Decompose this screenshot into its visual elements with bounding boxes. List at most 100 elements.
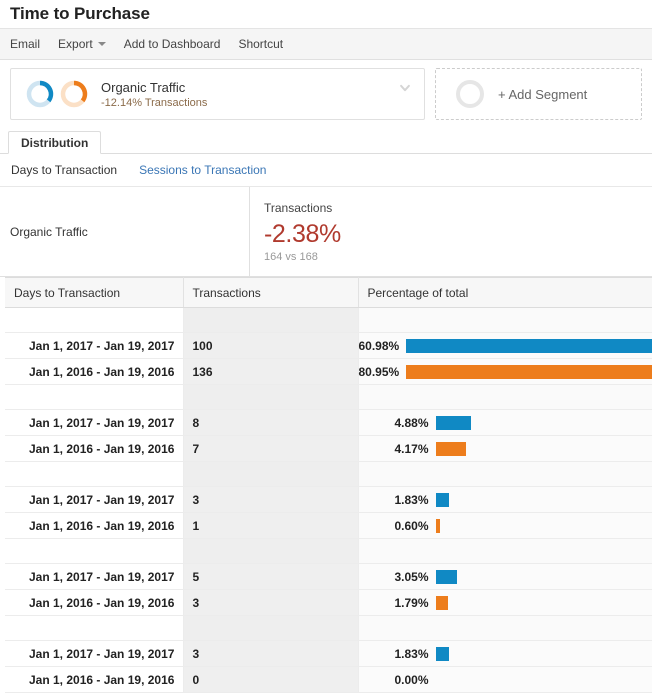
summary-panel: Organic Traffic Transactions -2.38% 164 … [0, 187, 652, 277]
table-row[interactable]: Jan 1, 2017 - Jan 19, 201731.83% [5, 487, 652, 513]
percentage-cell: 4.17% [358, 436, 652, 462]
transactions-cell: 7 [183, 436, 358, 462]
subtab-sessions-to-transaction[interactable]: Sessions to Transaction [139, 163, 266, 177]
group-transactions-cell [183, 462, 358, 487]
transactions-cell: 3 [183, 590, 358, 616]
column-header-transactions[interactable]: Transactions [183, 278, 358, 308]
group-percent-cell [358, 385, 652, 410]
toolbar-item-label: Shortcut [238, 37, 283, 51]
toolbar-item-label: Add to Dashboard [124, 37, 221, 51]
percentage-label: 3.05% [359, 570, 433, 584]
percentage-label: 1.83% [359, 493, 433, 507]
table-row[interactable]: Jan 1, 2016 - Jan 19, 201610.60% [5, 513, 652, 539]
date-range-cell: Jan 1, 2016 - Jan 19, 2016 [5, 359, 183, 385]
percentage-label: 0.60% [359, 519, 433, 533]
table-row[interactable]: Jan 1, 2017 - Jan 19, 201753.05% [5, 564, 652, 590]
empty-donut-icon [456, 80, 484, 108]
percentage-bar [436, 596, 449, 610]
percentage-cell: 80.95% [358, 359, 652, 385]
percentage-label: 80.95% [359, 365, 404, 379]
percentage-label: 1.79% [359, 596, 433, 610]
data-table-wrap: Days to Transaction Transactions Percent… [0, 277, 652, 693]
transactions-cell: 100 [183, 333, 358, 359]
percentage-cell: 1.79% [358, 590, 652, 616]
percentage-bar [436, 647, 449, 661]
chevron-down-icon[interactable] [398, 81, 412, 95]
table-row[interactable]: Jan 1, 2017 - Jan 19, 201731.83% [5, 641, 652, 667]
group-transactions-cell [183, 616, 358, 641]
percentage-cell-inner: 1.83% [359, 641, 652, 666]
percentage-label: 0.00% [359, 673, 433, 687]
group-percent-cell [358, 308, 652, 333]
date-range-cell: Jan 1, 2017 - Jan 19, 2017 [5, 641, 183, 667]
date-range-cell: Jan 1, 2016 - Jan 19, 2016 [5, 436, 183, 462]
column-header-percentage-of-total[interactable]: Percentage of total [358, 278, 652, 308]
group-percent-cell [358, 539, 652, 564]
date-range-cell: Jan 1, 2016 - Jan 19, 2016 [5, 513, 183, 539]
date-range-cell: Jan 1, 2016 - Jan 19, 2016 [5, 667, 183, 693]
add-segment-button[interactable]: + Add Segment [435, 68, 642, 120]
distribution-table: Days to Transaction Transactions Percent… [5, 277, 652, 693]
toolbar-item-label: Email [10, 37, 40, 51]
segment-name: Organic Traffic [101, 80, 207, 95]
transactions-cell: 0 [183, 667, 358, 693]
table-row[interactable]: Jan 1, 2017 - Jan 19, 201784.88% [5, 410, 652, 436]
toolbar-item-add-to-dashboard[interactable]: Add to Dashboard [124, 37, 221, 51]
percentage-cell-inner: 80.95% [359, 359, 652, 384]
segment-row: Organic Traffic -12.14% Transactions + A… [0, 60, 652, 129]
transactions-cell: 136 [183, 359, 358, 385]
group-key [5, 308, 183, 333]
percentage-label: 4.88% [359, 416, 433, 430]
table-row[interactable]: Jan 1, 2016 - Jan 19, 201631.79% [5, 590, 652, 616]
table-group-row [5, 539, 652, 564]
percentage-cell: 1.83% [358, 641, 652, 667]
percentage-bar [406, 365, 652, 379]
donut-chart-current-icon [25, 79, 55, 109]
segment-subtext: -12.14% Transactions [101, 97, 207, 109]
table-row[interactable]: Jan 1, 2016 - Jan 19, 201674.17% [5, 436, 652, 462]
group-percent-cell [358, 462, 652, 487]
toolbar-item-shortcut[interactable]: Shortcut [238, 37, 283, 51]
percentage-cell: 0.60% [358, 513, 652, 539]
percentage-bar [436, 570, 458, 584]
summary-segment-label: Organic Traffic [10, 187, 249, 276]
percentage-cell: 0.00% [358, 667, 652, 693]
table-body: Jan 1, 2017 - Jan 19, 201710060.98%Jan 1… [5, 308, 652, 693]
subtab-bar: Days to Transaction Sessions to Transact… [0, 154, 652, 187]
column-header-days-to-transaction[interactable]: Days to Transaction [5, 278, 183, 308]
table-row[interactable]: Jan 1, 2016 - Jan 19, 201600.00% [5, 667, 652, 693]
table-group-row [5, 308, 652, 333]
percentage-cell-inner: 4.88% [359, 410, 652, 435]
subtab-days-to-transaction[interactable]: Days to Transaction [11, 163, 117, 177]
applied-segment-card[interactable]: Organic Traffic -12.14% Transactions [10, 68, 425, 120]
table-group-row [5, 462, 652, 487]
group-key [5, 462, 183, 487]
transactions-cell: 5 [183, 564, 358, 590]
group-transactions-cell [183, 539, 358, 564]
add-segment-label: + Add Segment [498, 87, 587, 102]
chevron-down-icon [98, 42, 106, 46]
toolbar-item-email[interactable]: Email [10, 37, 40, 51]
tab-distribution[interactable]: Distribution [8, 131, 101, 154]
percentage-cell-inner: 4.17% [359, 436, 652, 461]
percentage-label: 1.83% [359, 647, 433, 661]
group-transactions-cell [183, 385, 358, 410]
group-key [5, 385, 183, 410]
report-toolbar: Email Export Add to Dashboard Shortcut [0, 28, 652, 60]
page-title-bar: Time to Purchase [0, 0, 652, 28]
percentage-bar [436, 493, 449, 507]
segment-text: Organic Traffic -12.14% Transactions [101, 80, 207, 109]
metric-comparison: 164 vs 168 [264, 251, 341, 263]
table-group-row [5, 385, 652, 410]
toolbar-item-export[interactable]: Export [58, 37, 106, 51]
percentage-cell-inner: 0.00% [359, 667, 652, 692]
percentage-label: 4.17% [359, 442, 433, 456]
percentage-cell-inner: 1.79% [359, 590, 652, 615]
percentage-cell: 3.05% [358, 564, 652, 590]
summary-metric: Transactions -2.38% 164 vs 168 [249, 187, 341, 276]
table-row[interactable]: Jan 1, 2016 - Jan 19, 201613680.95% [5, 359, 652, 385]
percentage-cell: 60.98% [358, 333, 652, 359]
table-row[interactable]: Jan 1, 2017 - Jan 19, 201710060.98% [5, 333, 652, 359]
tabstrip: Distribution [0, 129, 652, 154]
metric-name: Transactions [264, 201, 341, 215]
